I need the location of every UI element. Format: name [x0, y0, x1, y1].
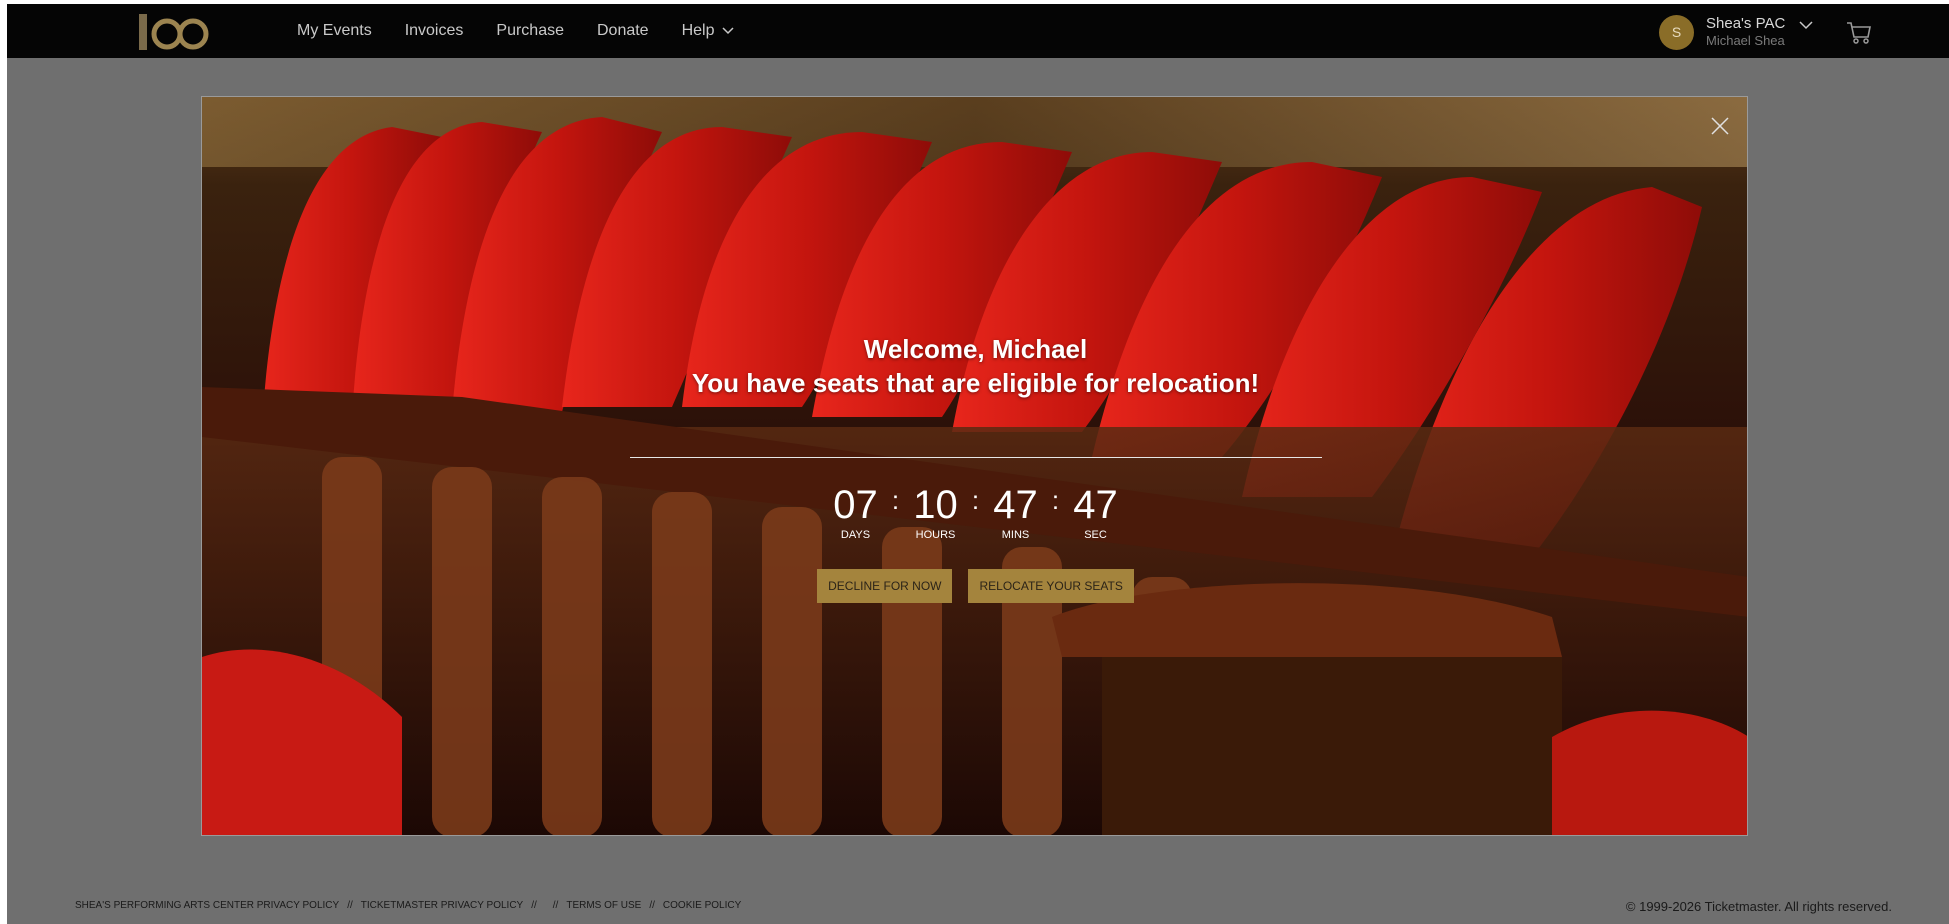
main-nav: My Events Invoices Purchase Donate Help [297, 4, 768, 58]
footer-link-cookie-policy[interactable]: COOKIE POLICY [663, 900, 741, 911]
divider [630, 457, 1322, 458]
user-info: Shea's PAC Michael Shea [1706, 15, 1785, 49]
footer-link-ticketmaster-privacy[interactable]: TICKETMASTER PRIVACY POLICY [361, 900, 523, 911]
cart-icon[interactable] [1845, 18, 1873, 46]
countdown-hours: 10 HOURS [913, 483, 958, 541]
user-name: Michael Shea [1706, 33, 1785, 48]
countdown-sec: 47 SEC [1073, 483, 1118, 541]
countdown-separator: : [891, 485, 900, 515]
decline-button[interactable]: DECLINE FOR NOW [817, 569, 953, 603]
venue-logo-icon[interactable] [137, 10, 217, 54]
nav-help[interactable]: Help [682, 22, 736, 40]
nav-invoices[interactable]: Invoices [405, 22, 464, 40]
welcome-heading: Welcome, Michael [863, 334, 1088, 364]
footer-separator: // [552, 900, 559, 911]
footer-link-venue-privacy[interactable]: SHEA'S PERFORMING ARTS CENTER PRIVACY PO… [75, 900, 339, 911]
footer-separator: // [531, 900, 537, 911]
close-icon[interactable] [1709, 115, 1731, 137]
chevron-down-icon [722, 27, 735, 35]
countdown-mins: 47 MINS [993, 483, 1038, 541]
relocation-modal: Welcome, Michael You have seats that are… [201, 96, 1748, 836]
countdown-separator: : [971, 485, 980, 515]
avatar[interactable]: S [1659, 14, 1694, 50]
countdown-days: 07 DAYS [833, 483, 878, 541]
top-navigation-bar: My Events Invoices Purchase Donate Help … [7, 4, 1949, 58]
nav-my-events[interactable]: My Events [297, 22, 372, 40]
relocation-message: You have seats that are eligible for rel… [691, 368, 1260, 398]
nav-donate[interactable]: Donate [597, 22, 649, 40]
modal-actions: DECLINE FOR NOW RELOCATE YOUR SEATS [202, 569, 1747, 603]
footer-separator: // [649, 900, 655, 911]
relocate-seats-button[interactable]: RELOCATE YOUR SEATS [968, 569, 1134, 603]
theater-seats-image [202, 97, 1747, 835]
footer-separator: // [347, 900, 353, 911]
chevron-down-icon[interactable] [1797, 18, 1815, 32]
user-menu[interactable]: S Shea's PAC Michael Shea [1659, 12, 1813, 52]
page-frame: My Events Invoices Purchase Donate Help … [7, 4, 1949, 924]
countdown-separator: : [1051, 485, 1060, 515]
countdown-timer: 07 DAYS : 10 HOURS : 47 MINS : 47 SEC [202, 483, 1747, 541]
nav-purchase[interactable]: Purchase [496, 22, 564, 40]
footer-link-terms[interactable]: TERMS OF USE [566, 900, 641, 911]
user-org: Shea's PAC [1706, 15, 1786, 32]
copyright: © 1999-2026 Ticketmaster. All rights res… [1625, 899, 1892, 914]
footer-links: SHEA'S PERFORMING ARTS CENTER PRIVACY PO… [75, 900, 741, 911]
